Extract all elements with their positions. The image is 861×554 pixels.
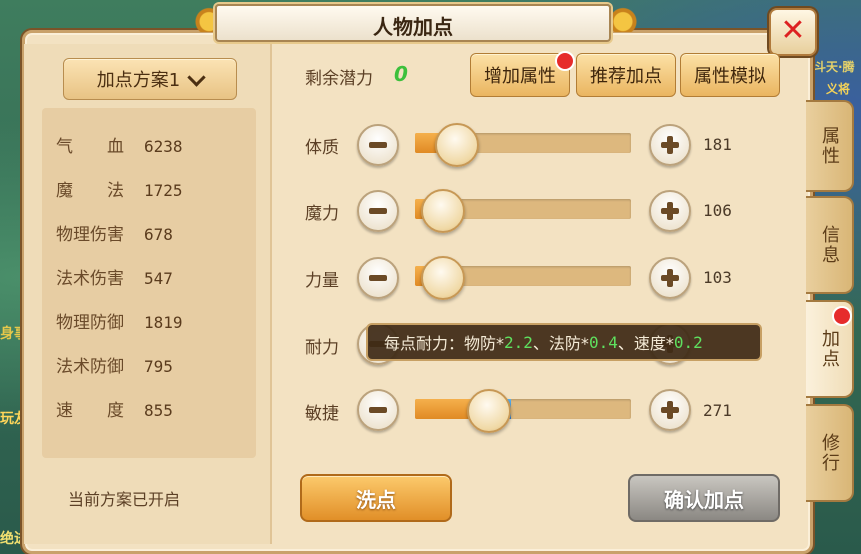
slider-thumb[interactable] [420,256,465,300]
tooltip-value: 0.2 [673,332,703,352]
tooltip-value: 2.2 [504,332,533,352]
minus-icon [369,407,387,413]
tab-label: 修行 [819,433,840,473]
recommend-points-button[interactable]: 推荐加点 [576,53,676,97]
stat-row: 物理伤害 678 [56,220,173,245]
decrease-button[interactable] [357,124,399,166]
tooltip-text: 、速度* [617,334,674,353]
attribute-value: 181 [703,135,732,154]
minus-icon [369,275,387,281]
plus-icon [667,269,673,287]
tab-attributes[interactable]: 属性 [806,100,854,192]
chevron-down-icon [187,67,206,87]
attribute-slider[interactable] [415,399,631,419]
close-button[interactable]: ✕ [769,8,817,56]
decrease-button[interactable] [357,389,399,431]
scheme-label: 加点方案1 [96,70,181,91]
stat-label: 魔 法 [56,181,124,201]
simulate-attributes-button[interactable]: 属性模拟 [680,53,780,97]
window-title: 人物加点 [373,15,453,39]
background-text: 义将 [826,82,851,96]
slider-thumb[interactable] [467,389,512,433]
tab-label: 信息 [819,225,840,265]
stat-value: 6238 [144,137,183,156]
slider-thumb[interactable] [420,189,465,233]
simulate-attributes-label: 属性模拟 [694,66,766,87]
stat-label: 法术伤害 [56,269,124,289]
stat-label: 气 血 [56,137,124,157]
decrease-button[interactable] [357,190,399,232]
stat-value: 855 [144,401,173,420]
tooltip-text: 每点耐力：物防* [384,334,505,353]
tab-label: 加点 [819,329,840,369]
minus-icon [369,208,387,214]
stat-value: 1725 [144,181,183,200]
scheme-dropdown[interactable]: 加点方案1 [63,58,237,100]
attribute-label: 耐力 [305,338,339,358]
background-text: 斗天·腾 [814,60,855,74]
tab-info[interactable]: 信息 [806,196,854,294]
plus-icon [667,136,673,154]
attribute-label: 敏捷 [305,404,339,424]
reset-points-button[interactable]: 洗点 [300,474,452,522]
close-icon: ✕ [780,13,806,48]
notification-badge [555,51,575,71]
stat-row: 法术防御 795 [56,352,173,377]
scheme-status-text: 当前方案已开启 [68,490,181,509]
tab-label: 属性 [819,126,840,166]
confirm-points-label: 确认加点 [664,487,744,512]
stats-list: 气 血 6238 魔 法 1725 物理伤害 678 法术伤害 547 物理防御 1819… [42,108,256,458]
add-attribute-label: 增加属性 [484,66,556,87]
minus-icon [369,142,387,148]
stat-label: 物理伤害 [56,225,124,245]
plus-icon [667,401,673,419]
stat-value: 1819 [144,313,183,332]
stat-row: 法术伤害 547 [56,264,173,289]
attribute-label: 力量 [305,271,339,291]
tab-cultivation[interactable]: 修行 [806,404,854,502]
attribute-value: 106 [703,201,732,220]
plus-icon [667,202,673,220]
stat-row: 速 度 855 [56,396,173,421]
reset-points-label: 洗点 [356,487,396,512]
endurance-tooltip: 每点耐力：物防* 2.2 、法防* 0.4 、速度* 0.2 [366,323,762,361]
potential-label: 剩余潜力 [305,69,373,89]
stat-value: 547 [144,269,173,288]
increase-button[interactable] [649,257,691,299]
increase-button[interactable] [649,124,691,166]
attribute-label: 魔力 [305,204,339,224]
stat-label: 法术防御 [56,357,124,377]
decrease-button[interactable] [357,257,399,299]
recommend-points-label: 推荐加点 [590,66,662,87]
stat-value: 795 [144,357,173,376]
stat-value: 678 [144,225,173,244]
title-bar: 人物加点 [215,4,611,42]
attribute-label: 体质 [305,138,339,158]
stat-label: 物理防御 [56,313,124,333]
tooltip-value: 0.4 [588,332,618,352]
potential-value: 0 [394,62,408,86]
attribute-value: 103 [703,268,732,287]
stat-row: 气 血 6238 [56,132,183,157]
notification-badge [832,306,852,326]
increase-button[interactable] [649,190,691,232]
increase-button[interactable] [649,389,691,431]
tooltip-text: 、法防* [532,334,589,353]
stat-row: 魔 法 1725 [56,176,183,201]
stat-label: 速 度 [56,401,124,421]
attribute-value: 271 [703,401,732,420]
confirm-points-button[interactable]: 确认加点 [628,474,780,522]
stat-row: 物理防御 1819 [56,308,183,333]
